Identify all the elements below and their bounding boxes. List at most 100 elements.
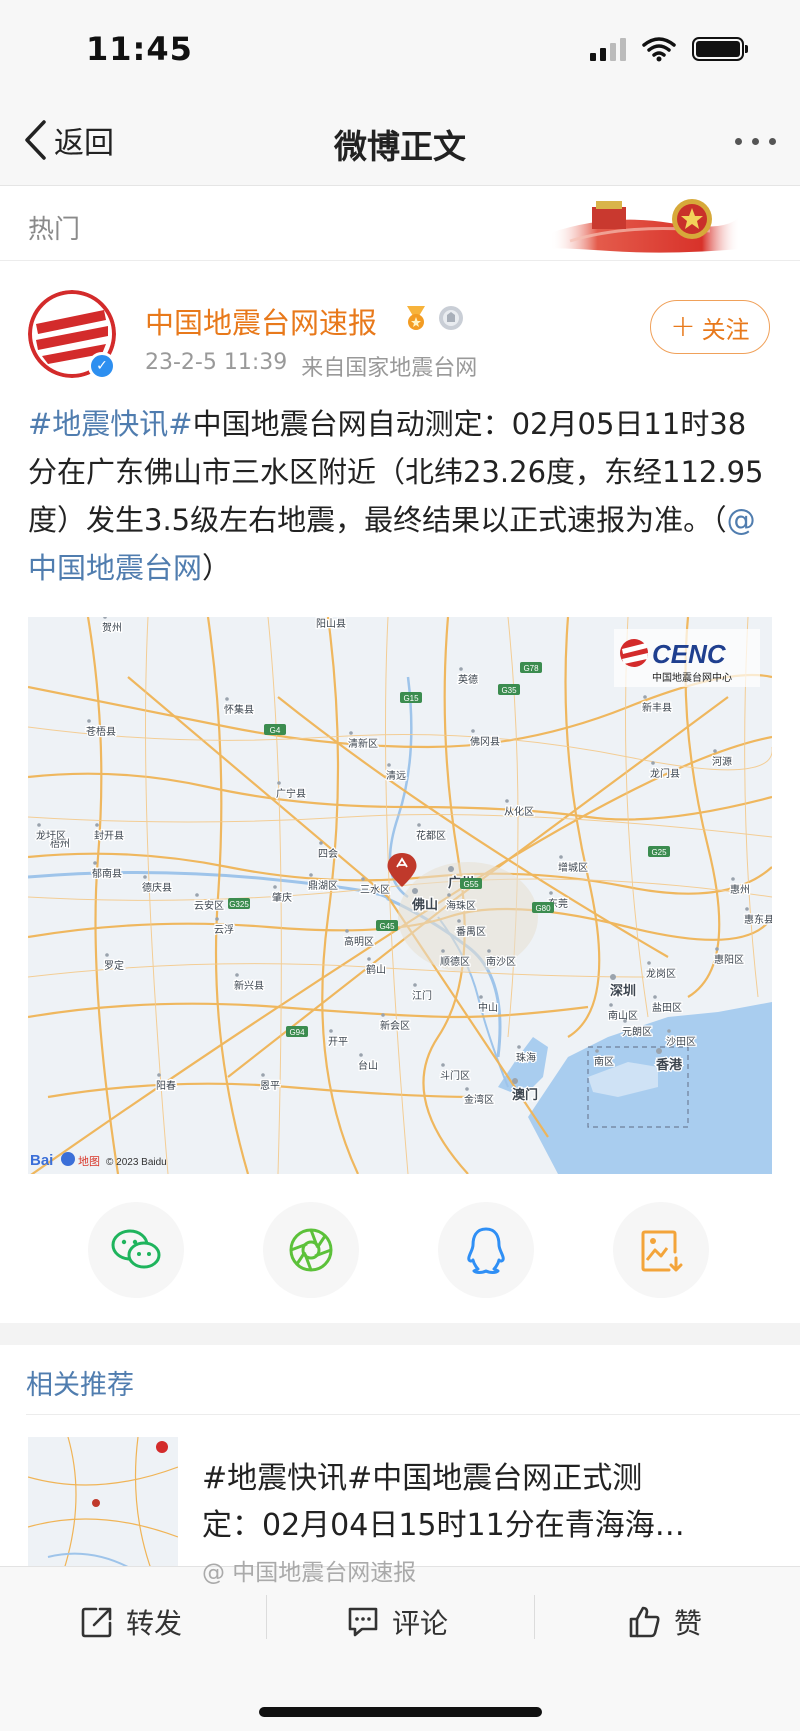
map-place-dot [413,983,417,987]
battery-icon [692,37,748,61]
repost-button[interactable]: 转发 [80,1597,182,1647]
map-place-label: 恩平 [260,1080,280,1092]
road-badge-label: G4 [270,726,281,735]
like-button[interactable]: 赞 [628,1597,702,1647]
map-place-label: 龙圩区 [36,829,66,842]
map-place-label: 金湾区 [464,1093,494,1106]
map-place-dot [713,749,717,753]
map-place-label: 云浮 [214,924,234,936]
map-place-label: 肇庆 [272,891,292,904]
author-name[interactable]: 中国地震台网速报 [145,300,377,342]
share-wechat-button[interactable] [88,1202,184,1298]
map-place-dot [309,873,313,877]
map-place-label: 鹤山 [366,963,386,976]
map-place-dot [465,1087,469,1091]
map-place-label: 阳春 [156,1080,176,1092]
map-place-label: 花都区 [416,829,446,842]
share-moments-button[interactable] [263,1202,359,1298]
map-place-dot [381,1013,385,1017]
comment-icon [348,1607,378,1637]
map-place-label: 新兴县 [234,979,264,992]
related-section-title: 相关推荐 [26,1370,134,1401]
map-place-dot [487,949,491,953]
map-place-label: 高明区 [344,935,374,948]
post-source: 来自国家地震台网 [301,356,478,381]
thumbs-up-icon [629,1606,660,1638]
related-post-line1: #地震快讯#中国地震台网正式测 [202,1461,643,1496]
related-post-source: @ 中国地震台网速报 [202,1560,417,1586]
silver-badge-icon[interactable] [438,305,464,331]
map-place-dot [479,995,483,999]
road-badge-label: G35 [501,686,517,695]
baidu-logo-text: Bai [30,1152,53,1169]
wifi-icon [642,37,676,62]
road-badge-label: G55 [463,880,479,889]
map-place-dot [157,1073,161,1077]
cenc-logo-subtext: 中国地震台网中心 [652,671,732,684]
map-place-dot [745,907,749,911]
map-place-label: 龙岗区 [646,967,676,980]
medal-badge-icon[interactable] [403,304,429,332]
map-place-dot [656,1048,662,1054]
map-place-label: 惠州 [730,883,750,896]
post-body: #地震快讯#中国地震台网自动测定：02月05日11时38分在广东佛山市三水区附近… [28,400,772,592]
hashtag-link[interactable]: #地震快讯# [28,407,193,441]
road-badge-label: G45 [379,922,395,931]
share-qq-button[interactable] [438,1202,534,1298]
save-image-button[interactable] [613,1202,709,1298]
repost-label: 转发 [126,1607,183,1640]
map-place-dot [37,823,41,827]
verified-badge-icon: ✓ [88,352,116,380]
map-place-label: 贺州 [102,622,122,634]
road-badge-label: G15 [403,694,419,703]
map-place-dot [235,973,239,977]
map-place-dot [215,917,219,921]
map-place-dot [329,1029,333,1033]
map-place-label: 封开县 [94,829,124,842]
map-place-label: 斗门区 [440,1069,470,1082]
comment-button[interactable]: 评论 [346,1597,448,1647]
map-place-dot [345,929,349,933]
more-options-button[interactable] [735,138,776,145]
map-place-label: 龙门县 [650,767,680,780]
map-place-label: 江门 [412,989,432,1002]
map-place-dot [95,823,99,827]
map-place-label: 南沙区 [486,955,516,968]
related-post-item[interactable]: #地震快讯#中国地震台网正式测 定：02月04日15时11分在青海海… [0,1415,800,1587]
map-place-dot [651,761,655,765]
plus-icon: + [670,309,696,344]
comment-label: 评论 [392,1607,449,1640]
follow-button[interactable]: + 关注 [650,300,770,354]
map-place-label: 元朗区 [622,1026,652,1038]
map-place-label: 中山 [478,1001,498,1014]
map-place-dot [441,1063,445,1067]
map-place-label: 珠海 [516,1051,536,1064]
hot-banner[interactable]: 热门 [0,187,800,261]
follow-label: 关注 [701,315,750,344]
map-place-label: 阳山县 [316,618,346,630]
action-bar: @ 中国地震台网速报 转发 评论 赞 [0,1560,800,1731]
map-place-dot [471,729,475,733]
map-place-label: 怀集县 [224,703,254,716]
repost-icon [81,1607,112,1638]
earthquake-map-image[interactable]: 贺州 阳山县 英德 新丰县 苍梧县 怀集县 清新区 佛冈县 龙门县 河源 广宁县 清远 梧州 龙圩区 封开县… [28,617,772,1174]
map-place-dot [93,861,97,865]
related-post-thumbnail [28,1437,178,1587]
map-place-dot [715,947,719,951]
map-place-label: 南山区 [608,1009,638,1022]
hot-label: 热门 [28,215,81,245]
map-place-dot [447,893,451,897]
map-place-dot [505,799,509,803]
map-place-dot [367,957,371,961]
map-place-dot [643,695,647,699]
map-place-dot [105,953,109,957]
map-place-dot [412,888,418,894]
cellular-signal-icon [590,37,626,61]
map-place-dot [319,841,323,845]
map-place-dot [647,961,651,965]
like-label: 赞 [674,1607,703,1640]
qq-icon [467,1227,505,1274]
map-place-label: 番禺区 [456,926,486,938]
map-place-label: 清新区 [348,737,378,750]
map-place-dot [349,731,353,735]
